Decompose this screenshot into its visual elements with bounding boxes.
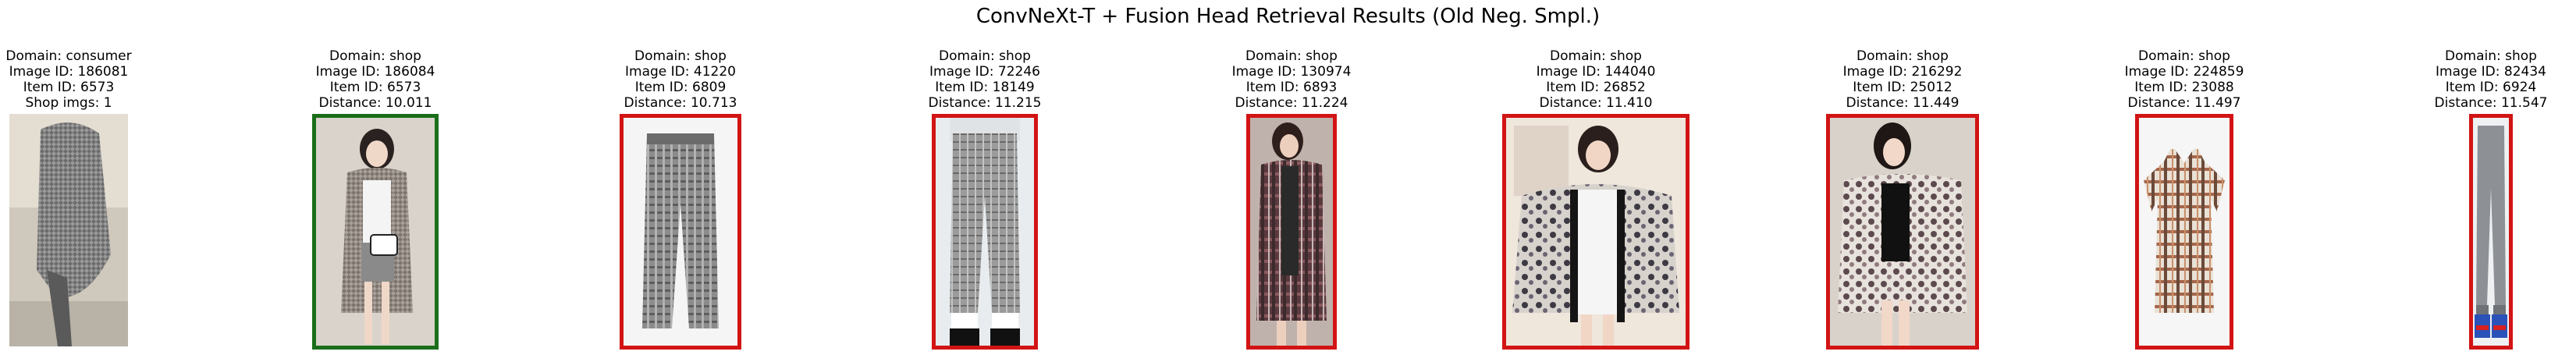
domain-label: Domain: shop xyxy=(1550,48,1642,64)
distance-label: Distance: 10.713 xyxy=(624,95,737,111)
query-caption: Domain: consumer Image ID: 186081 Item I… xyxy=(5,48,131,111)
item-id-label: Item ID: 6573 xyxy=(329,80,421,95)
result-panel-1: Domain: shop Image ID: 186084 Item ID: 6… xyxy=(312,0,439,355)
item-id-label: Item ID: 23088 xyxy=(2134,80,2234,95)
distance-label: Distance: 11.215 xyxy=(928,95,1042,111)
result-panel-2: Domain: shop Image ID: 41220 Item ID: 68… xyxy=(620,0,741,355)
distance-label: Distance: 11.497 xyxy=(2127,95,2241,111)
domain-label: Domain: shop xyxy=(1245,48,1338,64)
result-image-miss xyxy=(1826,114,1979,350)
cardigan-model-photo xyxy=(316,118,435,346)
domain-label: Domain: shop xyxy=(329,48,421,64)
result-panel-7: Domain: shop Image ID: 224859 Item ID: 2… xyxy=(2125,0,2244,355)
result-image-miss xyxy=(1502,114,1690,350)
result-caption: Domain: shop Image ID: 130974 Item ID: 6… xyxy=(1232,48,1352,111)
plaid-shirt-photo xyxy=(1250,118,1333,346)
distance-label: Distance: 11.224 xyxy=(1235,95,1348,111)
image-id-label: Image ID: 216292 xyxy=(1842,64,1963,80)
domain-label: Domain: shop xyxy=(1856,48,1949,64)
result-caption: Domain: shop Image ID: 186084 Item ID: 6… xyxy=(316,48,435,111)
image-id-label: Image ID: 224859 xyxy=(2124,64,2244,80)
image-id-label: Image ID: 41220 xyxy=(625,64,736,80)
result-panel-5: Domain: shop Image ID: 144040 Item ID: 2… xyxy=(1502,0,1690,355)
plaid-trousers-photo xyxy=(936,118,1034,346)
plaid-shirt-dress-photo xyxy=(2139,118,2230,346)
domain-label: Domain: shop xyxy=(2445,48,2537,64)
result-panel-6: Domain: shop Image ID: 216292 Item ID: 2… xyxy=(1826,0,1979,355)
shop-imgs-label: Shop imgs: 1 xyxy=(25,95,112,111)
distance-label: Distance: 10.011 xyxy=(318,95,432,111)
item-id-label: Item ID: 26852 xyxy=(1546,80,1646,95)
distance-label: Distance: 11.449 xyxy=(1846,95,1960,111)
image-id-label: Image ID: 186084 xyxy=(315,64,435,80)
item-id-label: Item ID: 25012 xyxy=(1853,80,1952,95)
domain-label: Domain: shop xyxy=(634,48,727,64)
knit-cardigan-photo xyxy=(9,114,128,346)
item-id-label: Item ID: 6809 xyxy=(634,80,727,95)
result-panel-8: Domain: shop Image ID: 82434 Item ID: 69… xyxy=(2435,0,2547,355)
result-caption: Domain: shop Image ID: 82434 Item ID: 69… xyxy=(2435,48,2548,111)
floral-kimono-photo xyxy=(1830,118,1975,346)
result-panel-4: Domain: shop Image ID: 130974 Item ID: 6… xyxy=(1232,0,1351,355)
result-caption: Domain: shop Image ID: 72246 Item ID: 18… xyxy=(929,48,1042,111)
result-caption: Domain: shop Image ID: 144040 Item ID: 2… xyxy=(1537,48,1656,111)
domain-label: Domain: shop xyxy=(939,48,1031,64)
result-image-miss xyxy=(2469,114,2513,350)
domain-label: Domain: consumer xyxy=(5,48,132,64)
image-id-label: Image ID: 72246 xyxy=(929,64,1040,80)
result-caption: Domain: shop Image ID: 216292 Item ID: 2… xyxy=(1843,48,1963,111)
domain-label: Domain: shop xyxy=(2138,48,2230,64)
patterned-kimono-photo xyxy=(1506,118,1686,346)
result-image-miss xyxy=(1246,114,1337,350)
result-caption: Domain: shop Image ID: 224859 Item ID: 2… xyxy=(2125,48,2244,111)
item-id-label: Item ID: 6893 xyxy=(1245,80,1338,95)
item-id-label: Item ID: 6573 xyxy=(23,80,115,95)
result-image-miss xyxy=(620,114,741,350)
image-id-label: Image ID: 144040 xyxy=(1536,64,1656,80)
result-image-miss xyxy=(932,114,1038,350)
distance-label: Distance: 11.410 xyxy=(1539,95,1653,111)
result-image-match xyxy=(312,114,439,350)
query-panel: Domain: consumer Image ID: 186081 Item I… xyxy=(5,0,132,355)
plaid-trousers-photo xyxy=(624,118,737,346)
result-image-miss xyxy=(2135,114,2233,350)
result-caption: Domain: shop Image ID: 41220 Item ID: 68… xyxy=(624,48,737,111)
image-id-label: Image ID: 186081 xyxy=(9,64,129,80)
result-panel-3: Domain: shop Image ID: 72246 Item ID: 18… xyxy=(929,0,1041,355)
distance-label: Distance: 11.547 xyxy=(2434,95,2548,111)
image-id-label: Image ID: 82434 xyxy=(2436,64,2546,80)
query-image xyxy=(9,114,128,346)
jogger-pants-photo xyxy=(2473,118,2509,346)
image-id-label: Image ID: 130974 xyxy=(1231,64,1352,80)
item-id-label: Item ID: 18149 xyxy=(935,80,1035,95)
item-id-label: Item ID: 6924 xyxy=(2445,80,2537,95)
